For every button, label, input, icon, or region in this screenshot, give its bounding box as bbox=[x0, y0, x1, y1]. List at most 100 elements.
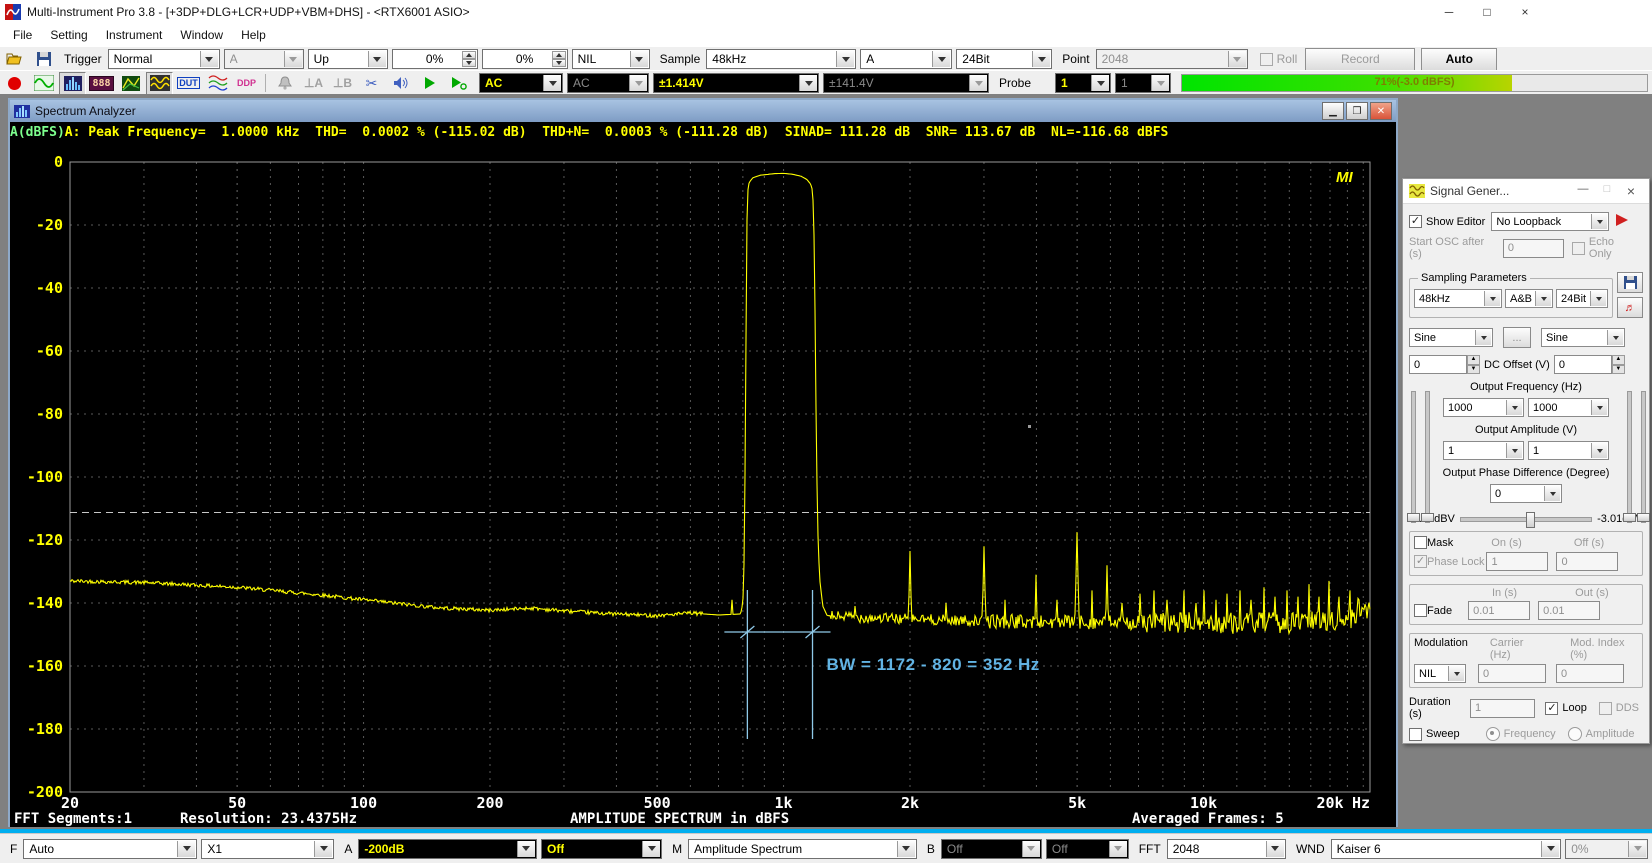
spin-up-icon[interactable] bbox=[552, 51, 566, 59]
spin-down-icon[interactable] bbox=[552, 59, 566, 67]
chevron-down-icon[interactable] bbox=[1091, 75, 1109, 91]
signal-generator-titlebar[interactable]: Signal Gener... — □ × bbox=[1403, 179, 1649, 204]
loop-checkbox[interactable] bbox=[1545, 702, 1558, 715]
probe-a-select[interactable]: 1 bbox=[1055, 73, 1111, 93]
chevron-down-icon[interactable] bbox=[177, 841, 195, 857]
slider-thumb[interactable] bbox=[1637, 513, 1650, 522]
output-level-a2-slider[interactable] bbox=[1425, 391, 1430, 523]
spectrum-window-titlebar[interactable]: Spectrum Analyzer ▁ ❒ ✕ bbox=[10, 100, 1396, 122]
amplitude-b-select[interactable]: 1 bbox=[1528, 441, 1609, 460]
oscilloscope-icon[interactable] bbox=[30, 72, 57, 95]
a-range-select[interactable]: -200dB bbox=[358, 839, 537, 859]
trigger-delay-stepper[interactable]: 0% bbox=[482, 49, 568, 69]
open-icon[interactable] bbox=[1, 48, 28, 71]
play-loop-icon[interactable] bbox=[445, 72, 472, 95]
window-minimize-icon[interactable]: ▁ bbox=[1322, 102, 1344, 120]
frequency-axis-select[interactable]: Auto bbox=[23, 839, 197, 859]
chevron-down-icon[interactable] bbox=[1591, 214, 1607, 229]
dc-offset-a-input[interactable]: 0 bbox=[1409, 355, 1467, 374]
slider-thumb[interactable] bbox=[1526, 512, 1535, 528]
run-generator-button[interactable] bbox=[1615, 214, 1629, 229]
frequency-b-select[interactable]: 1000 bbox=[1528, 398, 1609, 417]
coupling-a-select[interactable]: AC bbox=[479, 73, 563, 93]
chevron-down-icon[interactable] bbox=[642, 841, 660, 857]
fade-checkbox[interactable] bbox=[1414, 604, 1427, 617]
dc-offset-b-input[interactable]: 0 bbox=[1554, 355, 1612, 374]
chevron-down-icon[interactable] bbox=[897, 841, 915, 857]
multimeter-icon[interactable]: 888 bbox=[88, 72, 115, 95]
chevron-down-icon[interactable] bbox=[1484, 291, 1500, 306]
chevron-down-icon[interactable] bbox=[1266, 841, 1284, 857]
waveform-more-button[interactable]: ... bbox=[1503, 327, 1531, 348]
menu-setting[interactable]: Setting bbox=[41, 26, 96, 44]
panel-minimize-icon[interactable]: — bbox=[1571, 183, 1595, 199]
panel-close-icon[interactable]: × bbox=[1619, 183, 1643, 199]
dc-a-stepper[interactable]: ▲▼ bbox=[1467, 355, 1480, 374]
spin-down-icon[interactable] bbox=[462, 59, 476, 67]
chevron-down-icon[interactable] bbox=[1591, 400, 1607, 415]
waveform-a-select[interactable]: Sine bbox=[1409, 328, 1493, 347]
dc-b-stepper[interactable]: ▲▼ bbox=[1612, 355, 1625, 374]
chevron-down-icon[interactable] bbox=[200, 51, 218, 67]
slider-thumb[interactable] bbox=[1421, 513, 1434, 522]
chevron-down-icon[interactable] bbox=[1607, 330, 1623, 345]
play-icon[interactable] bbox=[416, 72, 443, 95]
mask-checkbox[interactable] bbox=[1414, 536, 1427, 549]
sample-channel-select[interactable]: A bbox=[860, 49, 952, 69]
chevron-down-icon[interactable] bbox=[543, 75, 561, 91]
chevron-down-icon[interactable] bbox=[517, 841, 535, 857]
spectrum-chart[interactable]: 0-20-40-60-80-100-120-140-160-180-200205… bbox=[10, 142, 1396, 827]
ddp-viewer-icon[interactable]: DDP bbox=[233, 72, 260, 95]
trigger-mode-select[interactable]: Normal bbox=[108, 49, 220, 69]
window-close-icon[interactable]: ✕ bbox=[1370, 102, 1392, 120]
spectrum-analyzer-icon[interactable] bbox=[59, 72, 86, 95]
chevron-down-icon[interactable] bbox=[1591, 443, 1607, 458]
chevron-down-icon[interactable] bbox=[799, 75, 817, 91]
chevron-down-icon[interactable] bbox=[1544, 486, 1560, 501]
hpf-select[interactable]: NIL bbox=[572, 49, 650, 69]
sweep-checkbox[interactable] bbox=[1409, 728, 1422, 741]
zoom-select[interactable]: X1 bbox=[201, 839, 334, 859]
chevron-down-icon[interactable] bbox=[1590, 291, 1606, 306]
record-icon[interactable] bbox=[1, 72, 28, 95]
chevron-down-icon[interactable] bbox=[1541, 841, 1559, 857]
chevron-down-icon[interactable] bbox=[1506, 400, 1522, 415]
save-icon[interactable] bbox=[30, 48, 57, 71]
slider-thumb[interactable] bbox=[1407, 513, 1420, 522]
signal-generator-icon[interactable] bbox=[146, 72, 173, 95]
balance-slider[interactable] bbox=[1460, 517, 1592, 522]
window-restore-icon[interactable]: ❒ bbox=[1346, 102, 1368, 120]
waveform-b-select[interactable]: Sine bbox=[1541, 328, 1625, 347]
gen-bits-select[interactable]: 24Bit bbox=[1556, 289, 1608, 308]
minimize-icon[interactable]: ─ bbox=[1430, 0, 1468, 24]
trigger-edge-select[interactable]: Up bbox=[308, 49, 388, 69]
fft-size-select[interactable]: 2048 bbox=[1167, 839, 1286, 859]
slider-thumb[interactable] bbox=[1623, 513, 1636, 522]
chevron-down-icon[interactable] bbox=[1535, 291, 1551, 306]
chevron-down-icon[interactable] bbox=[1475, 330, 1491, 345]
auto-button[interactable]: Auto bbox=[1421, 48, 1497, 71]
panel-maximize-icon[interactable]: □ bbox=[1595, 183, 1619, 199]
show-editor-checkbox[interactable] bbox=[1409, 215, 1422, 228]
chevron-down-icon[interactable] bbox=[314, 841, 332, 857]
spectrum-3d-icon[interactable] bbox=[117, 72, 144, 95]
window-function-select[interactable]: Kaiser 6 bbox=[1331, 839, 1562, 859]
sample-rate-select[interactable]: 48kHz bbox=[706, 49, 856, 69]
analysis-mode-select[interactable]: Amplitude Spectrum bbox=[688, 839, 917, 859]
sample-bits-select[interactable]: 24Bit bbox=[956, 49, 1052, 69]
frequency-a-select[interactable]: 1000 bbox=[1443, 398, 1524, 417]
trigger-level-stepper[interactable]: 0% bbox=[392, 49, 478, 69]
phase-difference-select[interactable]: 0 bbox=[1490, 484, 1562, 503]
menu-file[interactable]: File bbox=[4, 26, 41, 44]
loopback-select[interactable]: No Loopback bbox=[1491, 212, 1609, 231]
menu-instrument[interactable]: Instrument bbox=[97, 26, 172, 44]
maximize-icon[interactable]: □ bbox=[1468, 0, 1506, 24]
range-a-select[interactable]: ±1.414V bbox=[653, 73, 819, 93]
output-level-a-slider[interactable] bbox=[1411, 391, 1416, 523]
modulation-type-select[interactable]: NIL bbox=[1414, 664, 1466, 683]
close-icon[interactable]: × bbox=[1506, 0, 1544, 24]
amplitude-a-select[interactable]: 1 bbox=[1443, 441, 1524, 460]
chevron-down-icon[interactable] bbox=[368, 51, 386, 67]
save-waveform-button[interactable] bbox=[1617, 272, 1643, 293]
chevron-down-icon[interactable] bbox=[932, 51, 950, 67]
